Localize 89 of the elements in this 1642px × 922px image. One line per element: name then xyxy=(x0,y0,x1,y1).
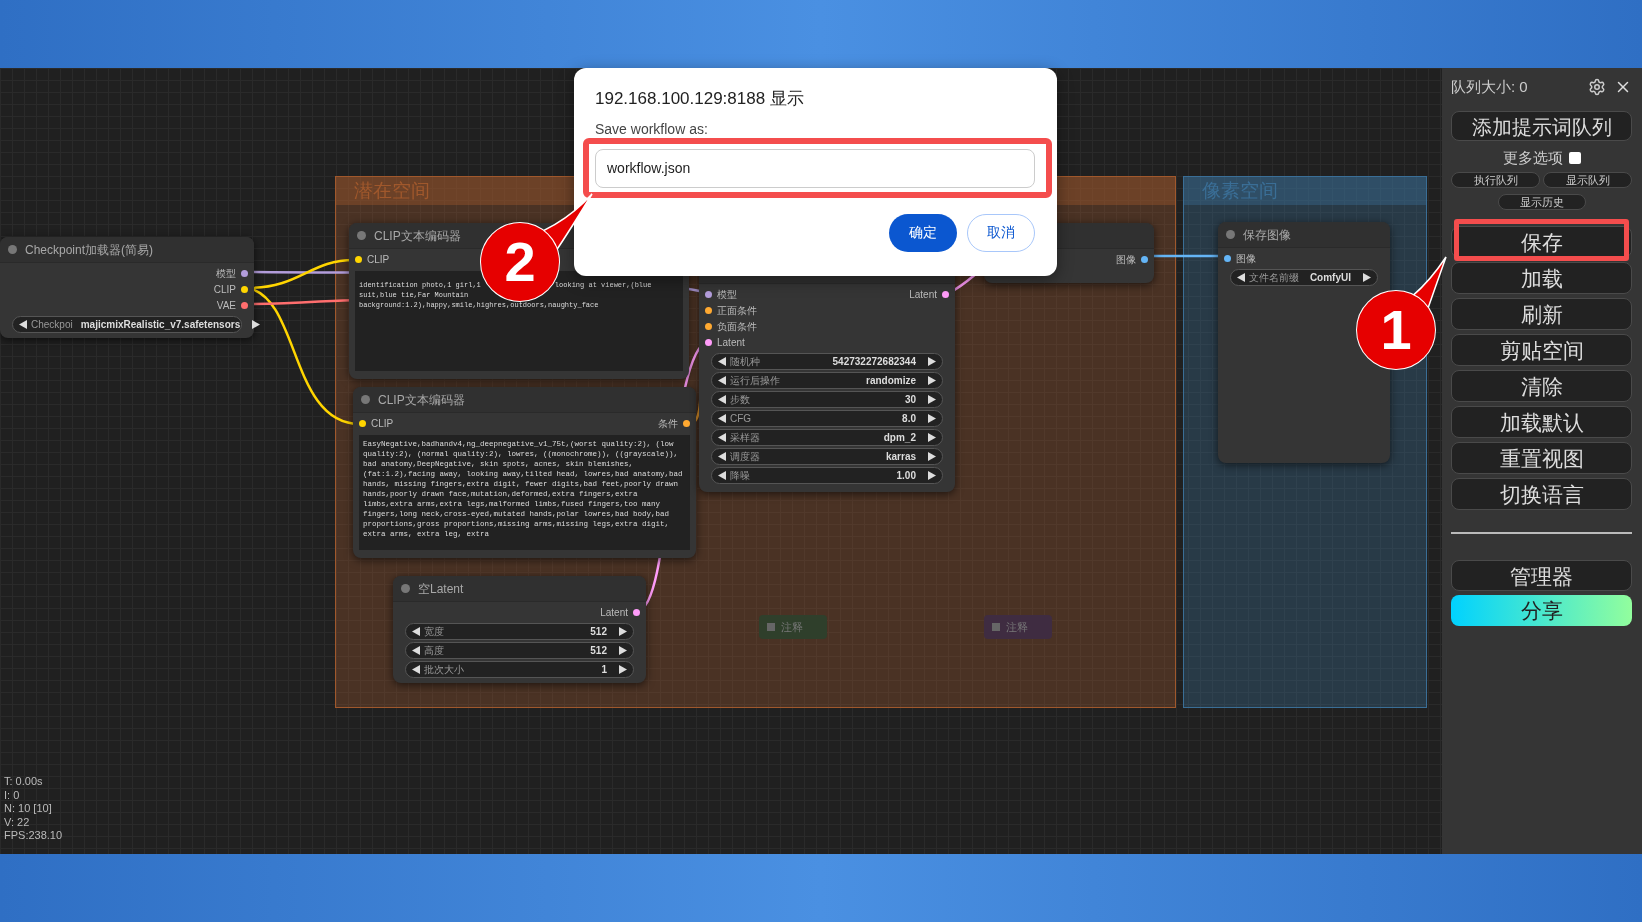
slot-label: Latent xyxy=(909,287,937,302)
node-canvas[interactable] xyxy=(0,68,1442,854)
slot-label: Latent xyxy=(600,605,628,620)
slot-label: 模型 xyxy=(216,266,236,281)
arrow-right-icon[interactable] xyxy=(928,433,936,442)
arrow-left-icon[interactable] xyxy=(412,646,420,655)
slot-label: CLIP xyxy=(367,252,390,267)
node-header[interactable]: CLIP文本编码器 xyxy=(353,387,696,413)
node-title: 空Latent xyxy=(418,580,464,598)
node-title: Checkpoint加载器(简易) xyxy=(25,241,154,259)
menu-button[interactable]: 清除 xyxy=(1451,370,1632,402)
menu-button[interactable]: 剪贴空间 xyxy=(1451,334,1632,366)
node-header[interactable]: Checkpoint加载器(简易) xyxy=(0,237,254,263)
dialog-button[interactable]: 确定 xyxy=(889,213,957,252)
menu-button[interactable]: 切换语言 xyxy=(1451,478,1632,510)
stats-line: I: 0 xyxy=(4,788,21,802)
slot-label: 模型 xyxy=(717,287,737,302)
queue-button[interactable]: 添加提示词队列 xyxy=(1451,111,1632,141)
widget-field[interactable]: 高度 512 xyxy=(405,642,634,659)
arrow-left-icon[interactable] xyxy=(19,320,27,329)
arrow-left-icon[interactable] xyxy=(412,627,420,636)
slot-label: CLIP xyxy=(213,282,236,297)
menu-button[interactable]: 加载 xyxy=(1451,262,1632,294)
arrow-left-icon[interactable] xyxy=(718,433,726,442)
widget-field[interactable]: 步数 30 xyxy=(711,391,943,408)
arrow-left-icon[interactable] xyxy=(412,665,420,674)
widget-field[interactable]: 批次大小 1 xyxy=(405,661,634,678)
widget-field[interactable]: 运行后操作 randomize xyxy=(711,372,943,389)
slot-label: VAE xyxy=(216,298,236,313)
filename-input[interactable]: workflow.json xyxy=(595,148,1035,188)
arrow-right-icon[interactable] xyxy=(619,665,627,674)
small-button[interactable]: 显示历史 xyxy=(1497,194,1586,210)
slot-label: 图像 xyxy=(1116,252,1136,267)
dialog-label: Save workflow as: xyxy=(595,120,709,137)
more-options-label: 更多选项 xyxy=(1502,147,1563,168)
menu-button[interactable]: 加载默认 xyxy=(1451,406,1632,438)
menu-button[interactable]: 分享 xyxy=(1451,595,1632,626)
widget-field[interactable]: 宽度 512 xyxy=(405,623,634,640)
arrow-right-icon[interactable] xyxy=(252,320,261,329)
arrow-left-icon[interactable] xyxy=(718,452,726,461)
menu-button[interactable]: 保存 xyxy=(1451,226,1632,258)
small-button[interactable]: 显示队列 xyxy=(1543,172,1632,188)
widget-field[interactable]: 文件名前缀 ComfyUI xyxy=(1230,269,1378,286)
arrow-right-icon[interactable] xyxy=(928,376,936,385)
arrow-right-icon[interactable] xyxy=(928,395,936,404)
node-header[interactable]: 保存图像 xyxy=(1218,222,1390,248)
arrow-right-icon[interactable] xyxy=(619,646,627,655)
arrow-right-icon[interactable] xyxy=(619,627,627,636)
dialog-title: 192.168.100.129:8188 显示 xyxy=(595,88,805,110)
dialog-button[interactable]: 取消 xyxy=(967,213,1035,252)
arrow-right-icon[interactable] xyxy=(928,414,936,423)
note-label: 注释 xyxy=(1006,619,1028,635)
widget-field[interactable]: 降噪 1.00 xyxy=(711,467,943,484)
arrow-left-icon[interactable] xyxy=(718,357,726,366)
menu-button[interactable]: 管理器 xyxy=(1451,560,1632,591)
arrow-left-icon[interactable] xyxy=(718,471,726,480)
queue-size: 队列大小: 0 xyxy=(1451,76,1528,97)
node-title: 保存图像 xyxy=(1243,226,1291,244)
widget-field[interactable]: CFG 8.0 xyxy=(711,410,943,427)
arrow-right-icon[interactable] xyxy=(928,471,936,480)
node-title: CLIP文本编码器 xyxy=(374,227,461,245)
arrow-right-icon[interactable] xyxy=(1363,273,1371,282)
widget-field[interactable]: 调度器 karras xyxy=(711,448,943,465)
arrow-left-icon[interactable] xyxy=(718,395,726,404)
arrow-left-icon[interactable] xyxy=(718,414,726,423)
arrow-right-icon[interactable] xyxy=(928,357,936,366)
slot-label: 图像 xyxy=(1236,251,1256,266)
menu-button[interactable]: 刷新 xyxy=(1451,298,1632,330)
arrow-left-icon[interactable] xyxy=(718,376,726,385)
widget-field[interactable]: 随机种 542732272682344 xyxy=(711,353,943,370)
slot-label: 条件 xyxy=(658,416,678,431)
widget-field[interactable]: 采样器 dpm_2 xyxy=(711,429,943,446)
arrow-right-icon[interactable] xyxy=(928,452,936,461)
stats-line: FPS:238.10 xyxy=(4,829,63,843)
slot-label: CLIP xyxy=(371,416,394,431)
note-label: 注释 xyxy=(781,619,803,635)
stats-line: T: 0.00s xyxy=(4,775,44,789)
slot-label: Latent xyxy=(717,335,745,350)
stats-line: V: 22 xyxy=(4,815,31,829)
small-button[interactable]: 执行队列 xyxy=(1451,172,1540,188)
stats-line: N: 10 [10] xyxy=(4,802,53,816)
settings-icon[interactable] xyxy=(1588,78,1606,96)
node-title: CLIP文本编码器 xyxy=(378,391,465,409)
more-options-checkbox[interactable] xyxy=(1568,152,1581,164)
slot-label: 正面条件 xyxy=(717,303,757,318)
arrow-left-icon[interactable] xyxy=(1237,273,1245,282)
slot-label: 负面条件 xyxy=(717,319,757,334)
node-header[interactable]: 空Latent xyxy=(393,576,646,602)
menu-button[interactable]: 重置视图 xyxy=(1451,442,1632,474)
